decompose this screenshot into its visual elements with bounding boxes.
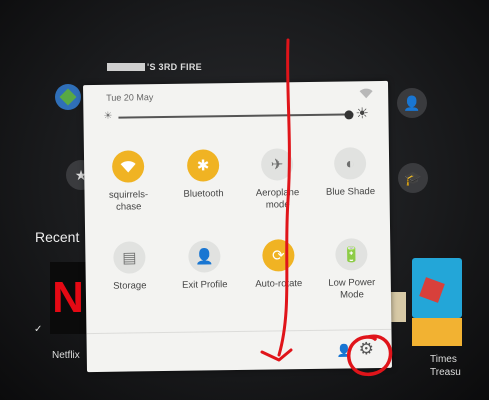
- annotation-arrowhead: [260, 348, 293, 362]
- red-annotation-overlay: [260, 38, 393, 377]
- annotation-arrow-line: [277, 38, 291, 357]
- annotation-circle: [347, 334, 393, 377]
